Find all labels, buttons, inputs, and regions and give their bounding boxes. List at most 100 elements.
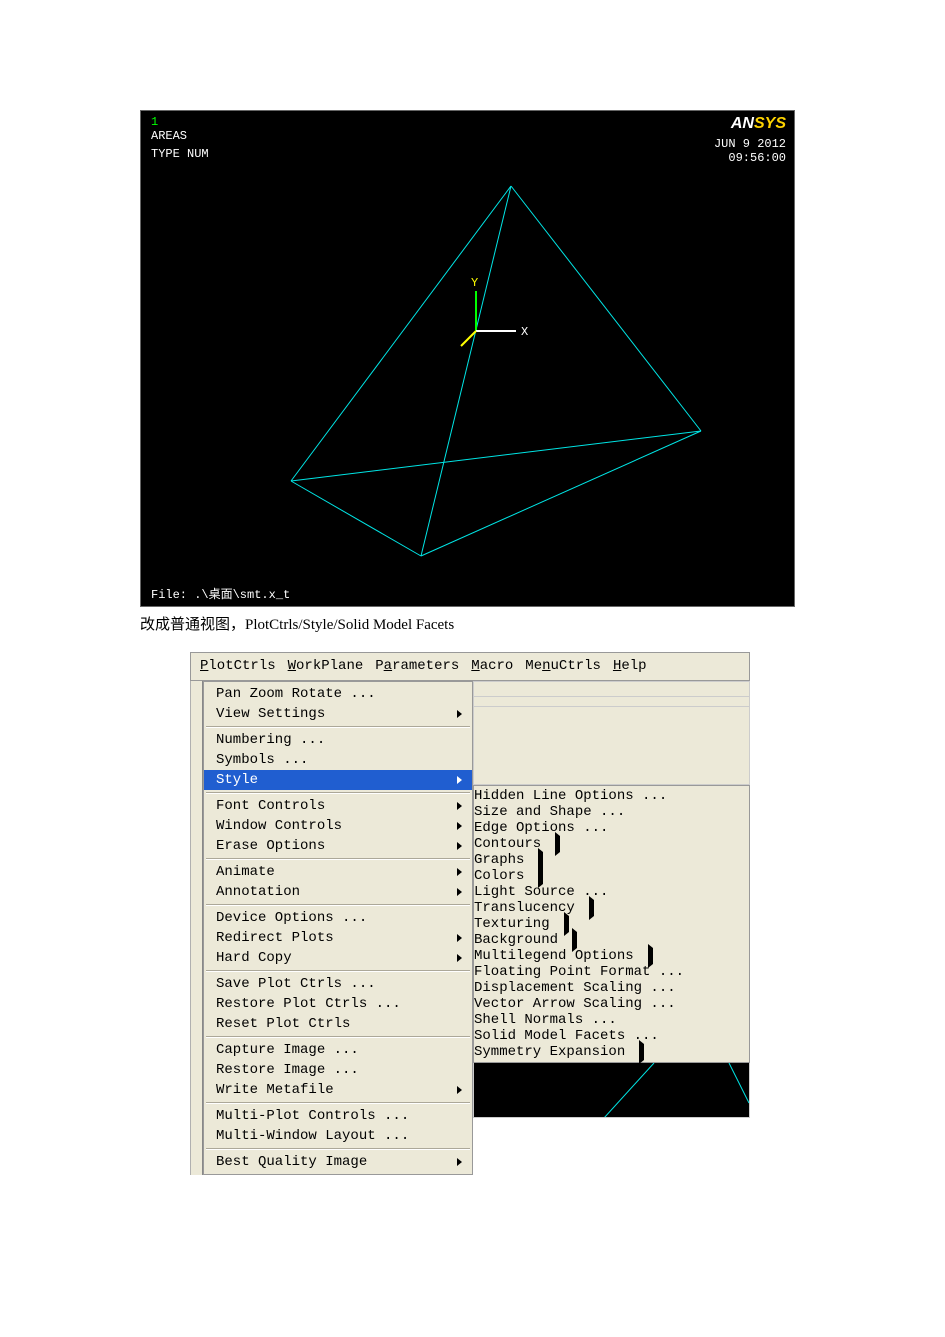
menu-plotctrls[interactable]: PlotCtrls [197,657,279,675]
plotctrls-item-label: Device Options ... [216,910,367,926]
plotctrls-item[interactable]: Animate [204,862,472,882]
plotctrls-item-label: Window Controls [216,818,342,834]
plotctrls-item[interactable]: Redirect Plots [204,928,472,948]
plotctrls-item-label: Hard Copy [216,950,292,966]
style-item-label: Translucency [474,900,575,916]
style-item[interactable]: Multilegend Options [474,948,749,964]
menu-menuctrls[interactable]: MenuCtrls [522,657,604,675]
submenu-arrow-icon [555,832,560,856]
plotctrls-item[interactable]: Device Options ... [204,908,472,928]
plotctrls-item-label: Font Controls [216,798,325,814]
menubar[interactable]: PlotCtrls WorkPlane Parameters Macro Men… [190,652,750,681]
style-item-label: Multilegend Options [474,948,634,964]
plotctrls-item-label: View Settings [216,706,325,722]
plotctrls-item[interactable]: Multi-Window Layout ... [204,1126,472,1146]
submenu-arrow-icon [457,776,462,784]
plotctrls-item-label: Annotation [216,884,300,900]
menu-macro[interactable]: Macro [468,657,516,675]
submenu-arrow-icon [457,710,462,718]
plotctrls-item[interactable]: Numbering ... [204,730,472,750]
menu-separator [206,858,470,860]
style-item-label: Graphs [474,852,524,868]
plotctrls-item-label: Symbols ... [216,752,308,768]
style-item[interactable]: Vector Arrow Scaling ... [474,996,749,1012]
style-item-label: Background [474,932,558,948]
plotctrls-item[interactable]: Reset Plot Ctrls [204,1014,472,1034]
plotctrls-item[interactable]: Restore Image ... [204,1060,472,1080]
style-submenu[interactable]: Hidden Line Options ...Size and Shape ..… [473,785,750,1063]
plotctrls-item[interactable]: Best Quality Image [204,1152,472,1172]
plotctrls-item[interactable]: Restore Plot Ctrls ... [204,994,472,1014]
style-item-label: Floating Point Format ... [474,964,684,980]
plotctrls-item[interactable]: Save Plot Ctrls ... [204,974,472,994]
style-item[interactable]: Size and Shape ... [474,804,749,820]
style-item-label: Texturing [474,916,550,932]
plotctrls-item[interactable]: Erase Options [204,836,472,856]
submenu-arrow-icon [457,1158,462,1166]
axis-x-label: X [521,325,528,339]
style-item-label: Solid Model Facets ... [474,1028,659,1044]
menu-separator [206,970,470,972]
style-item[interactable]: Translucency [474,900,749,916]
submenu-arrow-icon [457,954,462,962]
submenu-arrow-icon [457,1086,462,1094]
plotctrls-item-label: Style [216,772,258,788]
style-item[interactable]: Colors [474,868,749,884]
plotctrls-item-label: Best Quality Image [216,1154,367,1170]
plotctrls-item[interactable]: Symbols ... [204,750,472,770]
plotctrls-item-label: Animate [216,864,275,880]
style-item[interactable]: Symmetry Expansion [474,1044,749,1060]
menu-separator [206,1036,470,1038]
plotctrls-item[interactable]: Font Controls [204,796,472,816]
plotctrls-item-label: Erase Options [216,838,325,854]
style-item[interactable]: Contours [474,836,749,852]
plotctrls-item-label: Save Plot Ctrls ... [216,976,376,992]
style-item[interactable]: Displacement Scaling ... [474,980,749,996]
style-item-label: Colors [474,868,524,884]
plotctrls-item[interactable]: Style [204,770,472,790]
plotctrls-item-label: Multi-Plot Controls ... [216,1108,409,1124]
style-item[interactable]: Graphs [474,852,749,868]
plotctrls-dropdown[interactable]: Pan Zoom Rotate ... View Settings Numberin… [203,681,473,1175]
menu-separator [206,1102,470,1104]
plotctrls-item-label: Multi-Window Layout ... [216,1128,409,1144]
submenu-arrow-icon [589,896,594,920]
style-item[interactable]: Solid Model Facets ... [474,1028,749,1044]
caption-text: 改成普通视图，PlotCtrls/Style/Solid Model Facet… [140,613,805,634]
plotctrls-item[interactable]: View Settings [204,704,472,724]
plotctrls-item[interactable]: Write Metafile [204,1080,472,1100]
plotctrls-item[interactable]: Window Controls [204,816,472,836]
style-item[interactable]: Edge Options ... [474,820,749,836]
plotctrls-item-label: Numbering ... [216,732,325,748]
plotctrls-item-label: Restore Image ... [216,1062,359,1078]
menu-separator [206,904,470,906]
submenu-arrow-icon [457,868,462,876]
plotctrls-item[interactable]: Multi-Plot Controls ... [204,1106,472,1126]
style-item-label: Shell Normals ... [474,1012,617,1028]
submenu-arrow-icon [457,802,462,810]
style-item-label: Size and Shape ... [474,804,625,820]
plotctrls-item-label: Write Metafile [216,1082,334,1098]
style-item[interactable]: Shell Normals ... [474,1012,749,1028]
style-item-label: Hidden Line Options ... [474,788,667,804]
plotctrls-item[interactable]: Annotation [204,882,472,902]
axis-y-label: Y [471,276,478,290]
style-item[interactable]: Background [474,932,749,948]
style-item[interactable]: Floating Point Format ... [474,964,749,980]
menu-parameters[interactable]: Parameters [372,657,462,675]
plotctrls-item-label: Pan Zoom Rotate ... [216,686,376,702]
style-item[interactable]: Hidden Line Options ... [474,788,749,804]
ansys-viewport[interactable]: 1 AREAS TYPE NUM ANSYS JUN 9 2012 09:56:… [140,110,795,607]
plotctrls-item[interactable]: Pan Zoom Rotate ... [204,684,472,704]
menu-workplane[interactable]: WorkPlane [285,657,367,675]
submenu-arrow-icon [457,934,462,942]
style-item[interactable]: Texturing [474,916,749,932]
plotctrls-item[interactable]: Capture Image ... [204,1040,472,1060]
style-item[interactable]: Light Source ... [474,884,749,900]
submenu-arrow-icon [457,842,462,850]
menu-help[interactable]: Help [610,657,650,675]
submenu-arrow-icon [457,822,462,830]
plotctrls-item[interactable]: Hard Copy [204,948,472,968]
submenu-arrow-icon [639,1040,644,1064]
plotctrls-item-label: Reset Plot Ctrls [216,1016,350,1032]
